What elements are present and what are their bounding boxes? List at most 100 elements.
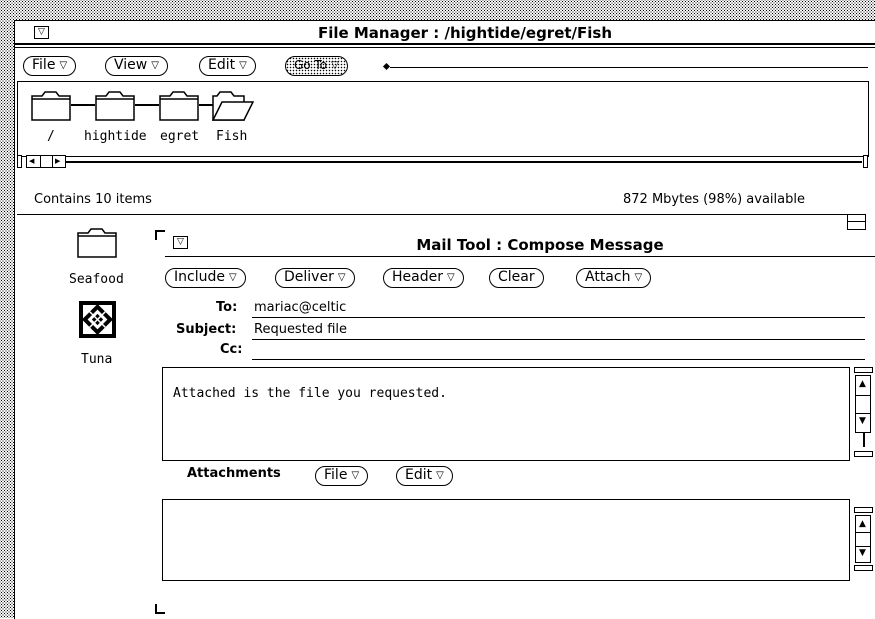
goto-text-field[interactable] [380,62,868,71]
elevator-divider [856,413,870,414]
scrollbar-bottom-cap[interactable] [854,451,873,457]
message-body-text[interactable]: Attached is the file you requested. [173,386,447,401]
attach-label: Attach [585,269,631,285]
menu-triangle-icon: ▽ [351,470,360,481]
item-count-status: Contains 10 items [34,192,152,207]
scrollbar-top-cap[interactable] [854,507,873,513]
header-menu-button[interactable]: Header ▽ [383,268,464,288]
path-label-fish: Fish [216,129,248,144]
subject-field-label: Subject: [176,322,237,337]
attachments-pane[interactable] [162,499,850,581]
to-field-underline [252,317,865,318]
elevator-divider [52,156,53,167]
path-horizontal-scrollbar[interactable]: ◀ ▶ [17,155,875,169]
cc-field-underline [252,359,865,360]
edit-menu-button[interactable]: Edit ▽ [199,56,256,76]
scrollbar-right-cap[interactable] [863,155,868,168]
path-label-hightide: hightide [84,129,147,144]
scroll-down-arrow-icon[interactable]: ▼ [859,548,866,558]
scrollbar-bottom-cap[interactable] [854,565,873,571]
path-connector [71,104,95,106]
scrollbar-left-cap[interactable] [17,155,22,168]
file-pane-scrollbar-cap[interactable] [847,214,866,230]
menu-triangle-icon: ▽ [239,60,247,71]
elevator-divider [856,532,870,533]
attachments-file-menu-button[interactable]: File ▽ [315,466,369,486]
attach-menu-button[interactable]: Attach ▽ [576,268,652,288]
attachments-file-label: File [324,467,348,483]
tuna-label[interactable]: Tuna [81,352,112,367]
file-menu-button[interactable]: File ▽ [23,56,77,76]
path-folder-root-icon[interactable] [31,89,71,121]
attachments-scrollbar[interactable]: ▲ ▼ [854,507,873,573]
status-divider [17,214,853,215]
deliver-menu-button[interactable]: Deliver ▽ [275,268,355,288]
title-divider-2 [14,47,875,48]
goto-menu-label: Go To [294,58,328,72]
attachments-edit-menu-button[interactable]: Edit ▽ [396,466,453,486]
menu-triangle-icon: ▽ [436,470,444,481]
path-folder-egret-icon[interactable] [159,89,199,121]
cc-field-label: Cc: [220,342,243,357]
message-body-pane[interactable] [162,367,850,461]
scrollbar-elevator[interactable]: ▲ ▼ [855,375,871,433]
subject-field-input[interactable]: Requested file [254,322,347,337]
deliver-label: Deliver [284,269,334,285]
menu-triangle-icon: ▽ [337,272,346,283]
scroll-right-arrow-icon[interactable]: ▶ [55,156,60,167]
menu-triangle-icon: ▽ [228,272,237,283]
mail-tool-title: Mail Tool : Compose Message [416,236,664,254]
elevator-divider [856,395,870,396]
text-caret-icon [382,62,391,71]
mail-title-divider [165,256,875,257]
scrollbar-top-cap[interactable] [854,367,873,373]
view-menu-label: View [114,57,148,73]
window-corner-bottom-left[interactable] [155,604,165,614]
menu-triangle-icon: ▽ [634,272,643,283]
attachments-label: Attachments [187,466,281,481]
scrollbar-track [66,161,862,163]
tuna-document-icon[interactable] [79,301,116,338]
path-label-egret: egret [160,129,200,144]
seafood-label[interactable]: Seafood [69,272,124,287]
clear-label: Clear [498,269,535,285]
attachments-edit-label: Edit [405,467,433,483]
menu-triangle-icon: ▽ [331,60,339,71]
body-scrollbar[interactable]: ▲ ▼ [854,367,873,459]
seafood-folder-icon[interactable] [77,226,117,258]
path-folder-fish-open-icon[interactable] [212,89,254,121]
clear-button[interactable]: Clear [489,268,544,288]
to-field-input[interactable]: mariac@celtic [254,300,346,315]
path-pane [17,81,869,157]
window-corner-top-left[interactable] [155,230,165,240]
file-menu-label: File [32,57,56,73]
file-manager-title: File Manager : /hightide/egret/Fish [317,24,613,42]
elevator-divider [856,546,870,547]
subject-field-underline [252,339,865,340]
scrollbar-elevator[interactable]: ▲ ▼ [855,515,871,563]
scroll-left-arrow-icon[interactable]: ◀ [29,156,34,167]
goto-menu-button[interactable]: Go To ▽ [285,56,348,76]
scrollbar-cap-line [847,221,866,222]
scrollbar-elevator[interactable]: ◀ ▶ [26,155,66,168]
path-connector [135,104,159,106]
disk-space-status: 872 Mbytes (98%) available [623,192,805,207]
path-label-root: / [47,129,55,144]
title-divider [14,43,875,45]
scroll-up-arrow-icon[interactable]: ▲ [859,519,866,529]
menu-triangle-icon: ▽ [446,272,455,283]
path-folder-hightide-icon[interactable] [95,89,135,121]
file-manager-left-edge [14,20,15,618]
view-menu-button[interactable]: View ▽ [105,56,168,76]
menu-triangle-icon: ▽ [151,60,159,71]
menu-triangle-icon: ▽ [59,60,68,71]
goto-underline [390,67,868,68]
scroll-down-arrow-icon[interactable]: ▼ [859,416,866,426]
scroll-up-arrow-icon[interactable]: ▲ [859,379,866,389]
include-menu-button[interactable]: Include ▽ [165,268,246,288]
window-menu-button[interactable]: ▽ [34,26,49,39]
mail-window-menu-button[interactable]: ▽ [173,236,188,249]
to-field-label: To: [216,300,238,315]
path-connector [199,104,213,106]
elevator-divider [40,156,41,167]
